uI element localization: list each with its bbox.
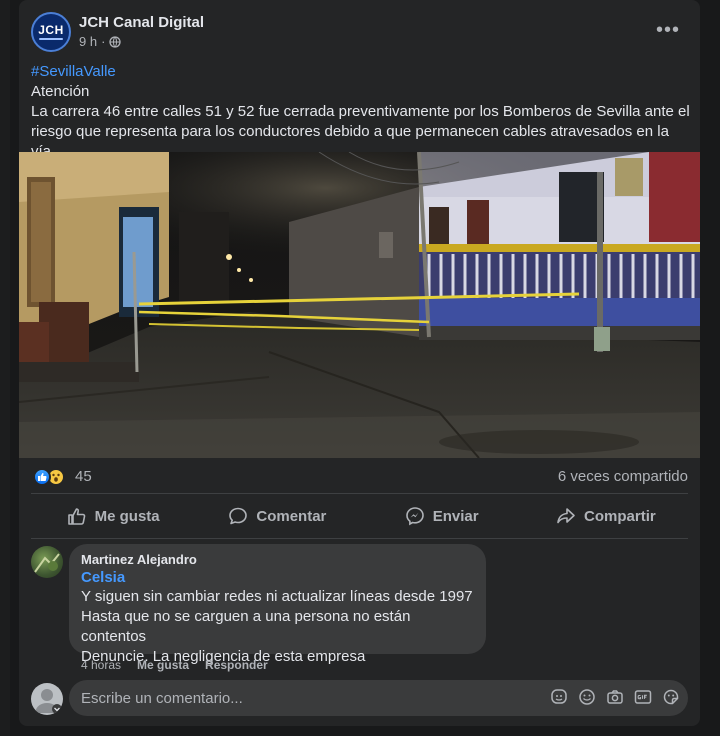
- comment-label: Comentar: [256, 507, 327, 525]
- comment-composer: [31, 680, 688, 718]
- camera-icon[interactable]: [606, 688, 624, 706]
- post-time[interactable]: 9 h: [79, 34, 97, 49]
- left-gutter: [0, 0, 10, 736]
- reaction-icons[interactable]: [33, 467, 73, 487]
- commenter-name[interactable]: Martinez Alejandro: [81, 552, 474, 568]
- comment-actions: 4 horas Me gusta Responder: [81, 658, 268, 672]
- sticker-icon[interactable]: [662, 688, 680, 706]
- comment-input[interactable]: [81, 680, 521, 716]
- post-photo[interactable]: [19, 152, 700, 458]
- commenter-avatar[interactable]: [31, 546, 63, 578]
- comment-line: Y siguen sin cambiar redes ni actualizar…: [81, 588, 473, 605]
- page-avatar[interactable]: JCH: [31, 12, 71, 52]
- comment-line: Hasta que no se carguen a una persona no…: [81, 608, 411, 645]
- post-text: #SevillaValle Atención La carrera 46 ent…: [31, 62, 691, 162]
- thumbs-up-icon: [67, 508, 85, 525]
- share-label: Compartir: [584, 507, 656, 525]
- logo-underline: [39, 37, 63, 40]
- street-night-photo: [19, 152, 700, 458]
- reactions-bar: 45 6 veces compartido: [31, 466, 688, 488]
- post-heading: Atención: [31, 83, 90, 100]
- speech-bubble-icon: [229, 507, 248, 525]
- comment-mention[interactable]: Celsia: [81, 569, 474, 587]
- meta-separator: ·: [101, 34, 106, 49]
- gif-icon[interactable]: [634, 688, 652, 706]
- post-card: JCH JCH Canal Digital 9 h · ••• #Sevilla…: [19, 0, 700, 726]
- user-avatar[interactable]: [31, 683, 63, 715]
- like-reaction-icon: [33, 468, 51, 486]
- action-bar: Me gusta Comentar Enviar Compartir: [31, 498, 688, 534]
- messenger-icon: [405, 507, 424, 526]
- divider: [31, 538, 688, 539]
- hashtag-link[interactable]: #SevillaValle: [31, 62, 691, 82]
- share-arrow-icon: [557, 508, 575, 524]
- send-button[interactable]: Enviar: [360, 498, 524, 534]
- comment-reply-button[interactable]: Responder: [205, 658, 268, 672]
- composer-icons: [550, 688, 680, 706]
- reaction-count[interactable]: 45: [75, 468, 92, 485]
- comment-box: [69, 680, 688, 716]
- like-label: Me gusta: [94, 507, 160, 525]
- post-header: JCH JCH Canal Digital 9 h · •••: [31, 12, 688, 56]
- avatar-sticker-icon[interactable]: [550, 688, 568, 706]
- page-name[interactable]: JCH Canal Digital: [79, 14, 204, 31]
- page-logo-text: JCH: [38, 22, 64, 37]
- like-button[interactable]: Me gusta: [31, 498, 195, 534]
- send-label: Enviar: [432, 507, 479, 525]
- share-count[interactable]: 6 veces compartido: [558, 468, 688, 485]
- emoji-icon[interactable]: [578, 688, 596, 706]
- comment-button[interactable]: Comentar: [195, 498, 359, 534]
- share-button[interactable]: Compartir: [524, 498, 688, 534]
- comment-time[interactable]: 4 horas: [81, 658, 121, 672]
- divider: [31, 493, 688, 494]
- post-meta: 9 h ·: [79, 34, 122, 49]
- comment-item: Martinez Alejandro Celsia Y siguen sin c…: [31, 544, 688, 674]
- comment-bubble: Martinez Alejandro Celsia Y siguen sin c…: [69, 544, 486, 665]
- comment-like-button[interactable]: Me gusta: [137, 658, 189, 672]
- more-options-button[interactable]: •••: [656, 20, 680, 40]
- globe-icon: [109, 35, 122, 48]
